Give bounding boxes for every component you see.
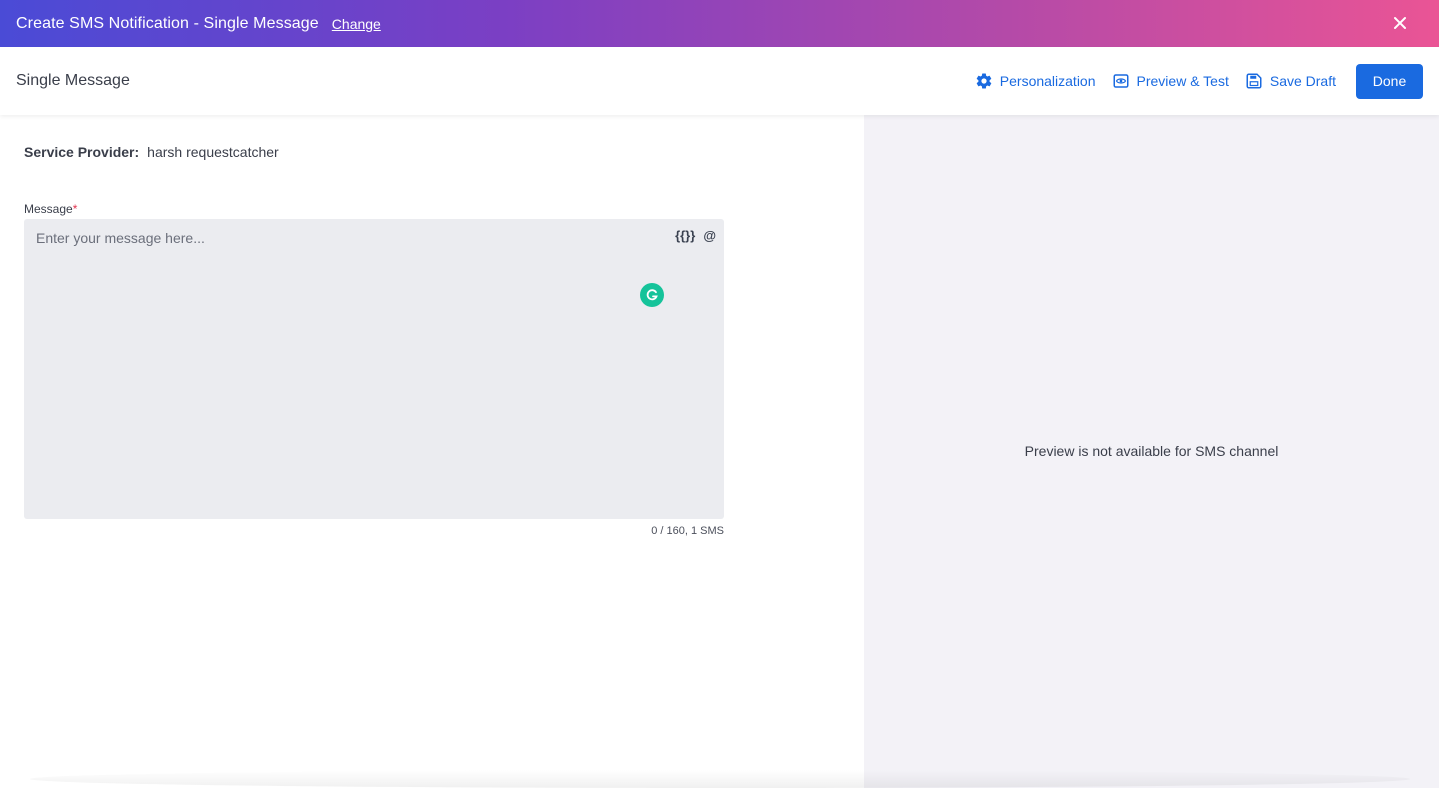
character-counter: 0 / 160, 1 SMS [651,525,724,537]
change-link[interactable]: Change [332,16,381,32]
save-draft-button[interactable]: Save Draft [1245,72,1336,90]
eye-icon [1113,74,1129,88]
close-icon[interactable] [1391,14,1409,32]
personalize-token-icon[interactable]: {{}} [675,228,695,243]
message-box: {{}} @ [24,219,724,519]
preview-test-button[interactable]: Preview & Test [1112,72,1229,90]
message-label: Message* [24,202,77,216]
preview-test-label: Preview & Test [1136,73,1229,89]
preview-unavailable-text: Preview is not available for SMS channel [1024,443,1279,459]
top-banner: Create SMS Notification - Single Message… [0,0,1439,47]
editor-pane: Service Provider: harsh requestcatcher M… [0,115,864,788]
mention-icon[interactable]: @ [703,228,716,243]
toolbar-header: Single Message Personalization Preview &… [0,47,1439,115]
header-actions: Personalization Preview & Test Save Draf… [959,63,1423,99]
message-label-text: Message [24,202,73,216]
grammarly-g-icon [646,289,658,301]
service-provider-label: Service Provider: [24,144,140,160]
bottom-shadow-divider [30,770,1410,788]
personalization-label: Personalization [999,73,1096,89]
message-tools: {{}} @ [667,228,716,243]
gear-icon [976,73,992,89]
save-draft-label: Save Draft [1269,73,1336,89]
page-banner-title: Create SMS Notification - Single Message [16,14,319,32]
service-provider-value: harsh requestcatcher [147,144,279,160]
grammarly-icon[interactable] [640,283,664,307]
service-provider-row: Service Provider: harsh requestcatcher [24,144,279,160]
save-icon [1246,73,1262,89]
page-title: Single Message [16,72,130,89]
personalization-button[interactable]: Personalization [975,72,1096,90]
message-input[interactable] [24,219,724,519]
required-mark: * [72,202,78,216]
preview-pane: Preview is not available for SMS channel [864,115,1439,788]
done-button[interactable]: Done [1356,63,1423,99]
